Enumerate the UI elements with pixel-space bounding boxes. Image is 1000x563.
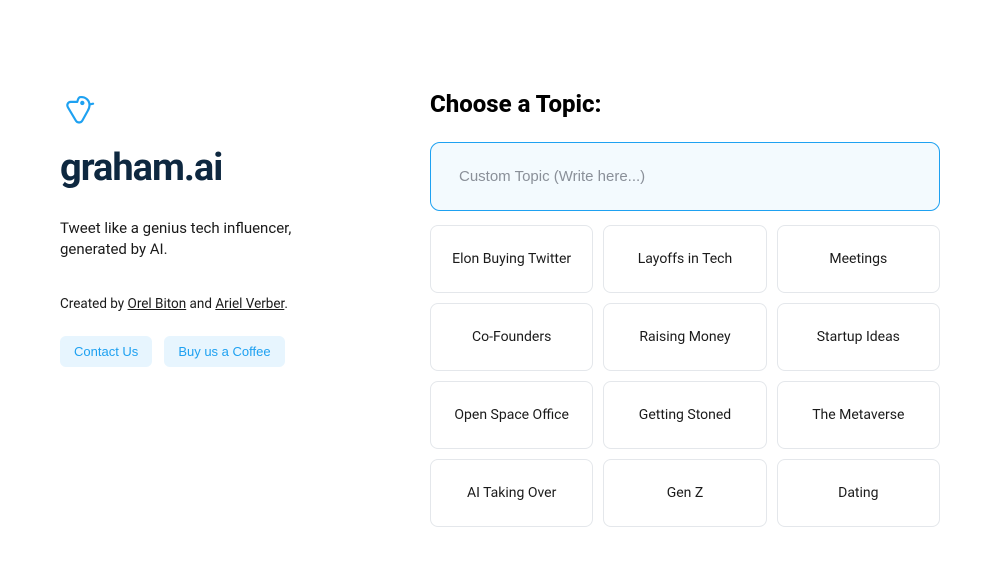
credits-prefix: Created by [60, 296, 128, 312]
topic-card[interactable]: Dating [777, 459, 940, 527]
topic-card[interactable]: The Metaverse [777, 381, 940, 449]
topic-card[interactable]: Gen Z [603, 459, 766, 527]
topic-card[interactable]: Startup Ideas [777, 303, 940, 371]
custom-topic-input[interactable] [430, 142, 940, 211]
author-link-2[interactable]: Ariel Verber [215, 296, 284, 312]
topic-grid: Elon Buying Twitter Layoffs in Tech Meet… [430, 225, 940, 527]
topic-card[interactable]: AI Taking Over [430, 459, 593, 527]
credits-text: Created by Orel Biton and Ariel Verber. [60, 296, 360, 312]
bird-icon [60, 90, 96, 126]
topic-card[interactable]: Co-Founders [430, 303, 593, 371]
contact-us-button[interactable]: Contact Us [60, 336, 152, 367]
topic-card[interactable]: Meetings [777, 225, 940, 293]
action-buttons-row: Contact Us Buy us a Coffee [60, 336, 360, 367]
topic-card[interactable]: Raising Money [603, 303, 766, 371]
buy-coffee-button[interactable]: Buy us a Coffee [164, 336, 284, 367]
credits-suffix: . [284, 296, 288, 312]
topic-card[interactable]: Open Space Office [430, 381, 593, 449]
author-link-1[interactable]: Orel Biton [128, 296, 187, 312]
main-content: Choose a Topic: Elon Buying Twitter Layo… [430, 70, 940, 523]
choose-topic-heading: Choose a Topic: [430, 90, 940, 118]
topic-card[interactable]: Layoffs in Tech [603, 225, 766, 293]
tagline: Tweet like a genius tech influencer, gen… [60, 218, 360, 260]
topic-card[interactable]: Getting Stoned [603, 381, 766, 449]
topic-card[interactable]: Elon Buying Twitter [430, 225, 593, 293]
sidebar: graham.ai Tweet like a genius tech influ… [60, 70, 360, 523]
logo-text: graham.ai [60, 146, 360, 190]
credits-and: and [186, 296, 215, 312]
